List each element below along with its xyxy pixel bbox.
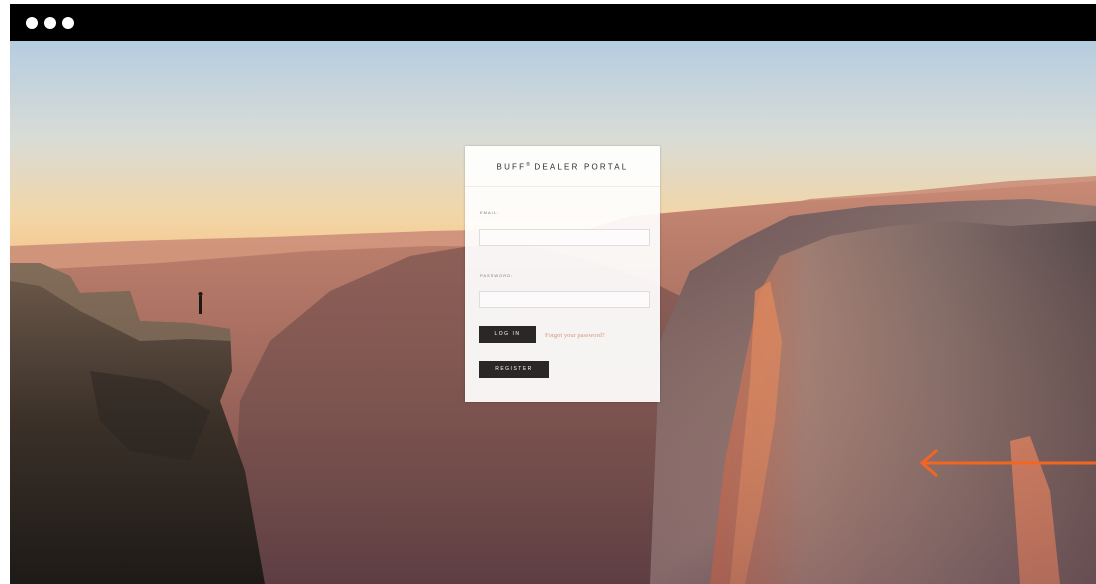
window-titlebar — [10, 4, 1096, 41]
window-minimize-dot[interactable] — [44, 17, 56, 29]
password-input[interactable] — [479, 291, 650, 308]
arrow-left-icon — [919, 448, 1096, 478]
brand-name: BUFF — [496, 162, 527, 172]
window-maximize-dot[interactable] — [62, 17, 74, 29]
registered-mark: ® — [526, 162, 530, 168]
window-close-dot[interactable] — [26, 17, 38, 29]
email-input[interactable] — [479, 229, 650, 246]
login-button[interactable]: LOG IN — [479, 326, 536, 343]
page-viewport: BUFF® DEALER PORTAL EMAIL: PASSWORD: LOG… — [10, 41, 1096, 584]
password-label: PASSWORD: — [480, 273, 514, 278]
login-card: BUFF® DEALER PORTAL EMAIL: PASSWORD: LOG… — [465, 146, 660, 402]
browser-window: BUFF® DEALER PORTAL EMAIL: PASSWORD: LOG… — [10, 4, 1096, 584]
register-button[interactable]: REGISTER — [479, 361, 549, 378]
email-label: EMAIL: — [480, 210, 500, 215]
portal-title: BUFF® DEALER PORTAL — [465, 162, 660, 172]
forgot-password-link[interactable]: Forgot your password? — [545, 332, 605, 339]
brand-suffix: DEALER PORTAL — [534, 162, 629, 172]
card-divider — [465, 186, 660, 187]
